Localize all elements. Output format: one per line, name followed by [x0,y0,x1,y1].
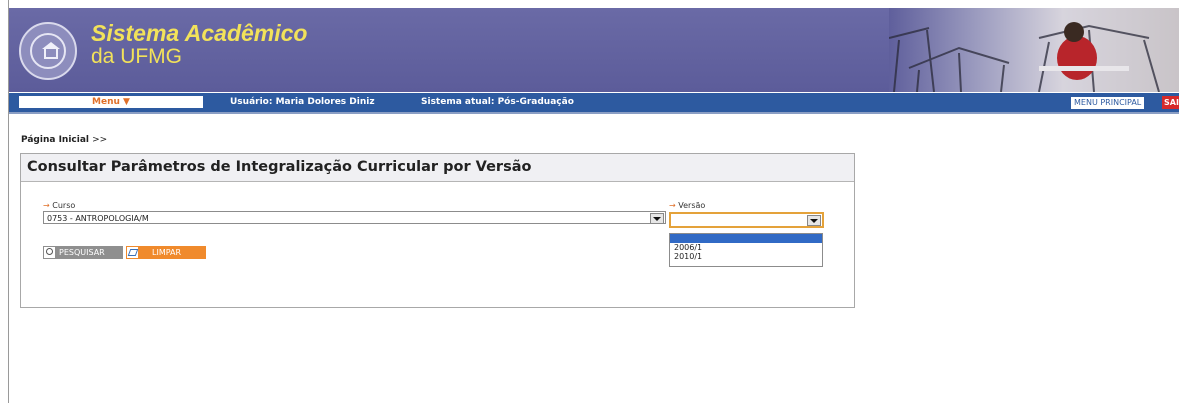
chevron-down-icon[interactable] [650,213,664,224]
versao-label: → Versão [669,201,706,210]
header-photo [889,8,1179,92]
search-button-label: PESQUISAR [59,248,105,257]
menu-bar: Menu ▼ Usuário: Maria Dolores Diniz Sist… [9,93,1179,114]
breadcrumb-separator: >> [92,135,108,145]
eraser-icon [127,247,138,258]
exit-button[interactable]: SAIR [1162,96,1179,109]
curso-label: → Curso [43,201,76,210]
breadcrumb-home-link[interactable]: Página Inicial [21,135,89,145]
search-button[interactable]: PESQUISAR [43,246,123,259]
versao-select[interactable] [669,212,824,228]
arrow-right-icon: → [43,201,50,210]
curso-select[interactable]: 0753 - ANTROPOLOGIA/M [43,211,666,224]
page-title: Consultar Parâmetros de Integralização C… [21,154,854,182]
curso-value: 0753 - ANTROPOLOGIA/M [47,214,149,223]
user-label: Usuário: Maria Dolores Diniz [230,97,375,107]
clear-button[interactable]: LIMPAR [126,246,206,259]
versao-option-blank[interactable] [670,234,822,243]
search-icon [44,247,55,258]
university-seal-icon [19,22,77,80]
versao-option[interactable]: 2006/1 [670,243,822,252]
system-label: Sistema atual: Pós-Graduação [421,97,574,107]
versao-option[interactable]: 2010/1 [670,252,822,261]
chevron-down-icon[interactable] [807,215,821,226]
clear-button-label: LIMPAR [152,248,182,257]
versao-dropdown-list: 2006/1 2010/1 [669,233,823,267]
brand-title: Sistema Acadêmico [91,20,308,46]
query-panel: Consultar Parâmetros de Integralização C… [20,153,855,308]
menu-dropdown[interactable]: Menu ▼ [19,96,203,108]
main-menu-button[interactable]: MENU PRINCIPAL [1070,96,1146,110]
header-banner: Sistema Acadêmico da UFMG [9,8,1179,92]
arrow-right-icon: → [669,201,676,210]
breadcrumb: Página Inicial >> [21,135,107,145]
brand-subtitle: da UFMG [91,45,183,68]
